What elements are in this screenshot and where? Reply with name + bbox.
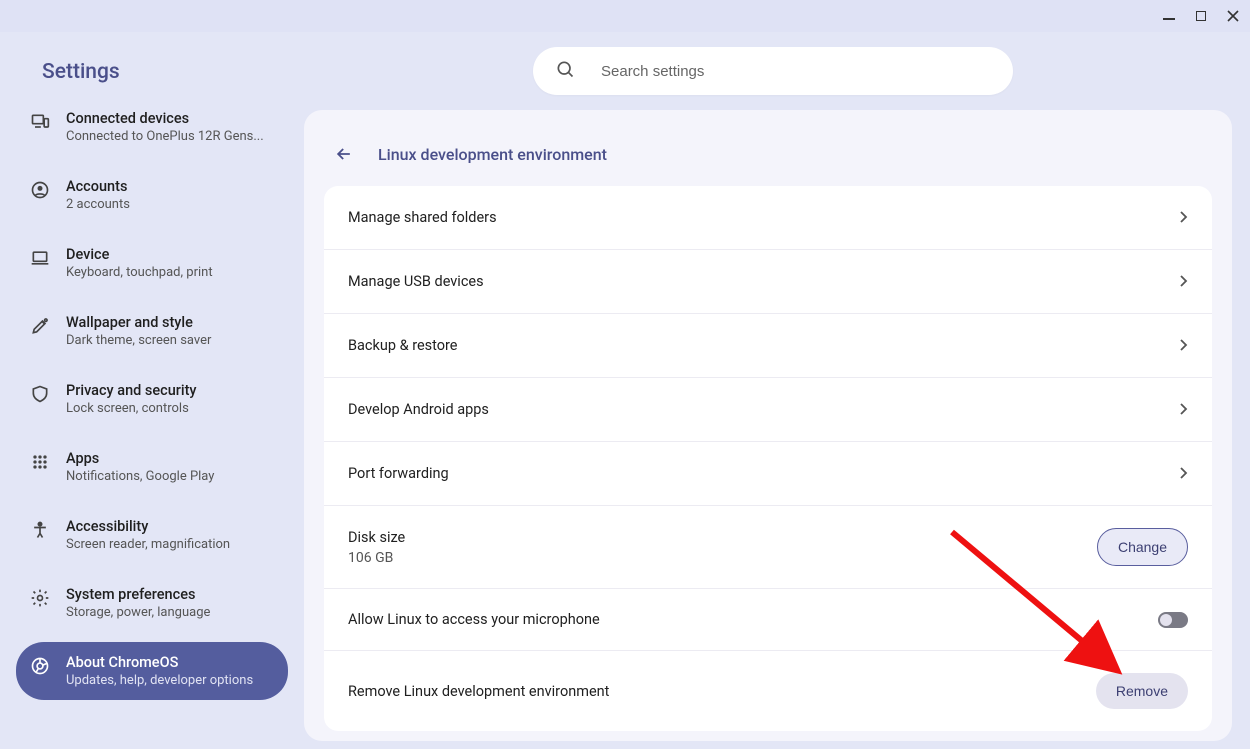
row-label: Backup & restore (348, 337, 458, 354)
sidebar-item-label: System preferences (66, 586, 210, 603)
page-title: Linux development environment (378, 145, 607, 164)
sidebar-item-label: Device (66, 246, 213, 263)
row-manage-shared-folders[interactable]: Manage shared folders (324, 186, 1212, 250)
chevron-right-icon (1180, 464, 1188, 483)
row-label: Disk size (348, 529, 405, 546)
window-minimize-button[interactable] (1162, 9, 1176, 23)
chevron-right-icon (1180, 336, 1188, 355)
row-linux-microphone: Allow Linux to access your microphone (324, 589, 1212, 651)
sidebar-item-sub: Notifications, Google Play (66, 469, 214, 484)
row-label: Manage USB devices (348, 273, 484, 290)
sidebar-item-sub: Updates, help, developer options (66, 673, 253, 688)
row-disk-size: Disk size 106 GB Change (324, 506, 1212, 589)
sidebar-item-sub: 2 accounts (66, 197, 130, 212)
sidebar-item-label: About ChromeOS (66, 654, 253, 671)
sidebar-item-wallpaper[interactable]: Wallpaper and style Dark theme, screen s… (16, 302, 288, 360)
search-input[interactable] (601, 63, 999, 80)
settings-subpage-panel: Linux development environment Manage sha… (304, 110, 1232, 741)
sidebar-item-connected-devices[interactable]: Connected devices Connected to OnePlus 1… (16, 98, 288, 156)
sidebar-item-privacy[interactable]: Privacy and security Lock screen, contro… (16, 370, 288, 428)
search-box[interactable] (533, 47, 1013, 95)
row-label: Remove Linux development environment (348, 683, 609, 700)
linux-mic-toggle[interactable] (1158, 612, 1188, 628)
disk-size-value: 106 GB (348, 550, 405, 566)
app-title: Settings (16, 40, 288, 98)
sidebar-item-apps[interactable]: Apps Notifications, Google Play (16, 438, 288, 496)
sidebar-item-device[interactable]: Device Keyboard, touchpad, print (16, 234, 288, 292)
window-titlebar (0, 0, 1250, 32)
apps-grid-icon (30, 452, 50, 472)
sidebar-item-sub: Connected to OnePlus 12R Gens... (66, 129, 264, 144)
chevron-right-icon (1180, 272, 1188, 291)
row-remove-linux: Remove Linux development environment Rem… (324, 651, 1212, 731)
sidebar-item-accounts[interactable]: Accounts 2 accounts (16, 166, 288, 224)
sidebar-item-sub: Lock screen, controls (66, 401, 197, 416)
window-close-button[interactable] (1226, 9, 1240, 23)
shield-icon (30, 384, 50, 404)
row-backup-restore[interactable]: Backup & restore (324, 314, 1212, 378)
chevron-right-icon (1180, 208, 1188, 227)
accessibility-icon (30, 520, 50, 540)
sidebar-item-sub: Storage, power, language (66, 605, 210, 620)
back-button[interactable] (328, 138, 360, 170)
sidebar: Settings Connected devices Connected to … (0, 32, 304, 741)
topbar (304, 32, 1242, 110)
sidebar-item-about-chromeos[interactable]: About ChromeOS Updates, help, developer … (16, 642, 288, 700)
window-maximize-button[interactable] (1194, 9, 1208, 23)
sidebar-item-sub: Dark theme, screen saver (66, 333, 211, 348)
sidebar-item-sub: Screen reader, magnification (66, 537, 230, 552)
sidebar-item-sub: Keyboard, touchpad, print (66, 265, 213, 280)
sidebar-item-label: Connected devices (66, 110, 264, 127)
sidebar-item-label: Privacy and security (66, 382, 197, 399)
account-icon (30, 180, 50, 200)
row-port-forwarding[interactable]: Port forwarding (324, 442, 1212, 506)
sidebar-item-label: Apps (66, 450, 214, 467)
gear-icon (30, 588, 50, 608)
remove-linux-button[interactable]: Remove (1096, 673, 1188, 709)
chevron-right-icon (1180, 400, 1188, 419)
row-label: Develop Android apps (348, 401, 489, 418)
row-manage-usb-devices[interactable]: Manage USB devices (324, 250, 1212, 314)
sidebar-item-label: Accessibility (66, 518, 230, 535)
chrome-icon (30, 656, 50, 676)
sidebar-item-system-preferences[interactable]: System preferences Storage, power, langu… (16, 574, 288, 632)
sidebar-item-label: Wallpaper and style (66, 314, 211, 331)
change-disk-size-button[interactable]: Change (1097, 528, 1188, 566)
laptop-icon (30, 248, 50, 268)
sidebar-item-label: Accounts (66, 178, 130, 195)
sidebar-item-accessibility[interactable]: Accessibility Screen reader, magnificati… (16, 506, 288, 564)
row-label: Allow Linux to access your microphone (348, 611, 600, 628)
search-icon (555, 59, 575, 83)
row-develop-android-apps[interactable]: Develop Android apps (324, 378, 1212, 442)
row-label: Port forwarding (348, 465, 449, 482)
devices-icon (30, 112, 50, 132)
settings-list: Manage shared folders Manage USB devices… (324, 186, 1212, 731)
row-label: Manage shared folders (348, 209, 497, 226)
brush-icon (30, 316, 50, 336)
